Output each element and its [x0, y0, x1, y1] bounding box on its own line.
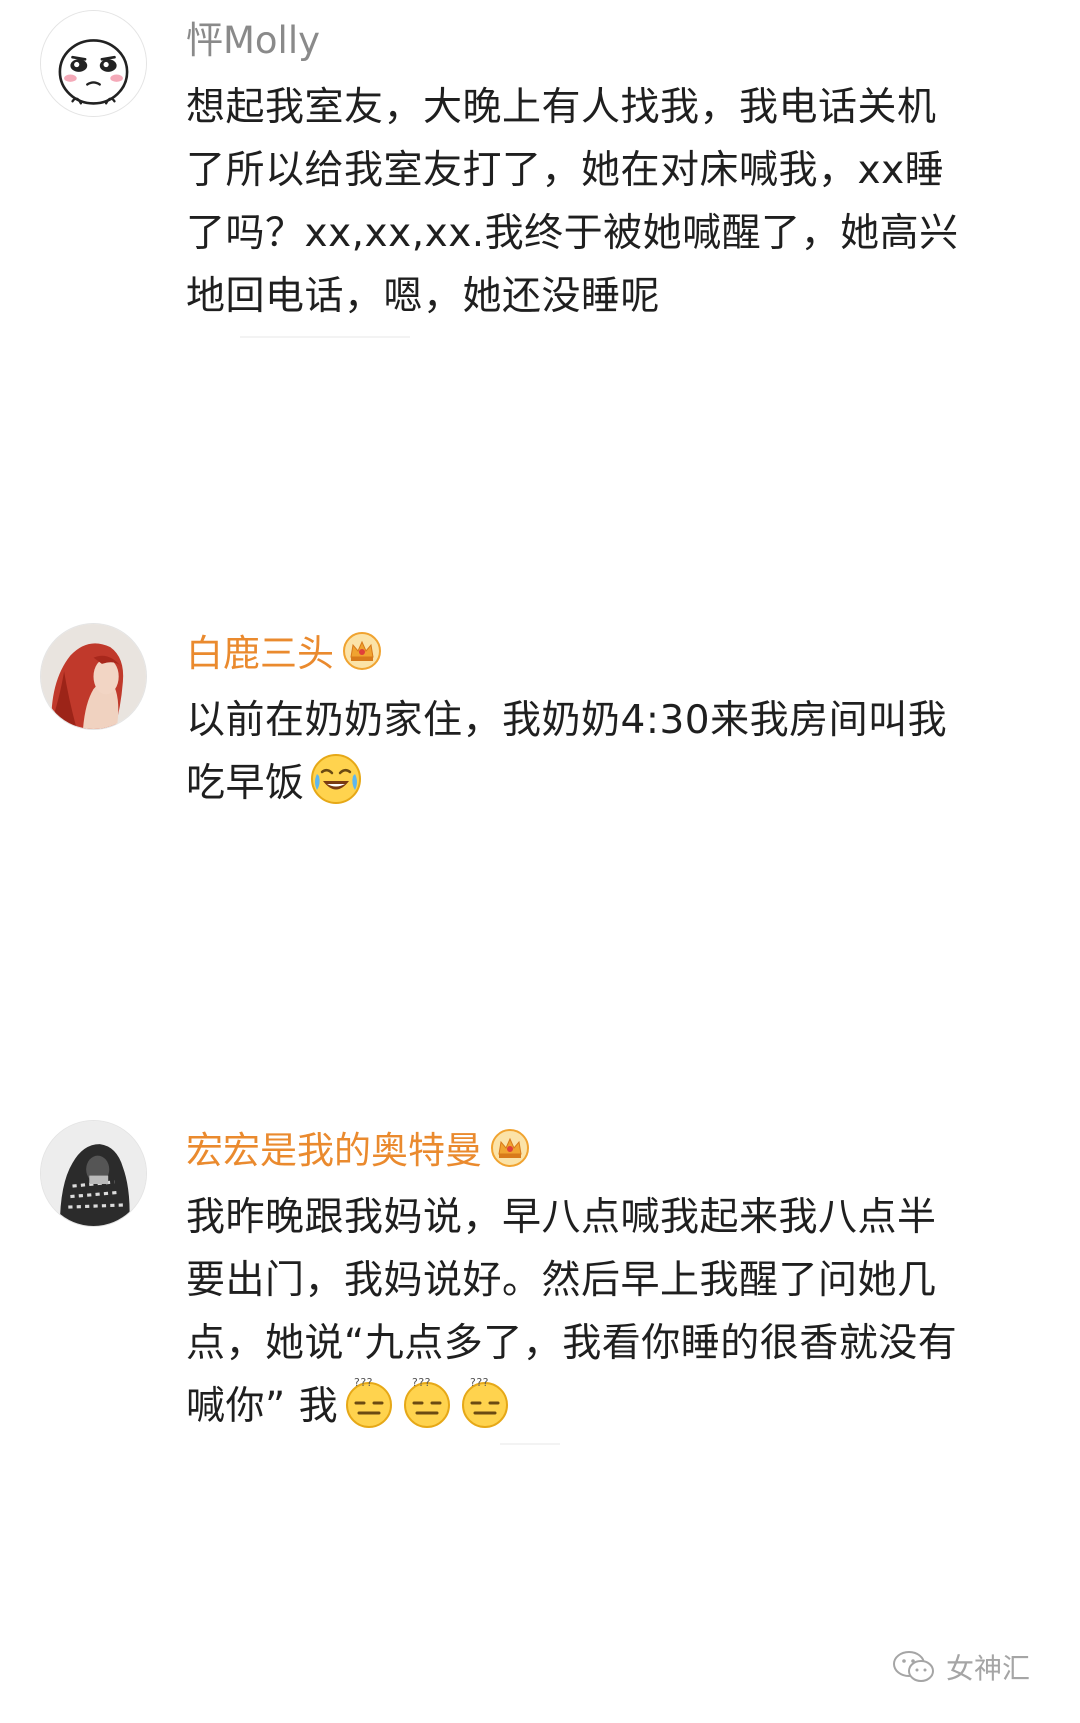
divider — [500, 1443, 560, 1445]
comment-line: 点，她说“九点多了，我看你睡的很香就没有 — [186, 1321, 958, 1366]
comment-line: 我昨晚跟我妈说，早八点喊我起来我八点半 — [186, 1195, 937, 1240]
hooded-person-avatar[interactable] — [40, 1120, 147, 1227]
username[interactable]: 怦Molly — [186, 16, 320, 66]
divider — [240, 336, 410, 338]
svg-text:???: ??? — [470, 1376, 489, 1389]
vip-crown-icon — [491, 1129, 529, 1167]
username[interactable]: 白鹿三头 — [186, 629, 382, 679]
svg-text:???: ??? — [354, 1376, 373, 1389]
comment-text: 我昨晚跟我妈说，早八点喊我起来我八点半 要出门，我妈说好。然后早上我醒了问她几 … — [186, 1186, 1036, 1438]
comment-line-text: 吃早饭 — [186, 761, 305, 806]
comment-line-text: 喊你” 我 — [186, 1384, 339, 1429]
laugh-cry-emoji — [310, 754, 361, 804]
red-hair-portrait-avatar[interactable] — [40, 623, 147, 730]
comment-line: 地回电话，嗯，她还没睡呢 — [186, 274, 661, 319]
watermark: 女神汇 — [892, 1647, 1030, 1687]
comment-line: 吃早饭 — [186, 752, 1036, 815]
confused-emoji: ??? — [346, 1376, 393, 1428]
comment-text: 以前在奶奶家住，我奶奶4:30来我房间叫我 吃早饭 — [186, 689, 1036, 815]
username-text: 白鹿三头 — [186, 632, 334, 675]
wechat-icon — [892, 1651, 934, 1682]
comment-line: 想起我室友，大晚上有人找我，我电话关机 — [186, 85, 937, 130]
comment-line: 要出门，我妈说好。然后早上我醒了问她几 — [186, 1258, 937, 1303]
comment-line: 以前在奶奶家住，我奶奶4:30来我房间叫我 — [186, 698, 948, 743]
svg-text:???: ??? — [412, 1376, 431, 1389]
username[interactable]: 宏宏是我的奥特曼 — [186, 1126, 530, 1176]
comment-text: 想起我室友，大晚上有人找我，我电话关机 了所以给我室友打了，她在对床喊我，xx睡… — [186, 76, 1036, 328]
vip-crown-icon — [343, 632, 381, 670]
username-text: 宏宏是我的奥特曼 — [186, 1129, 482, 1172]
confused-emoji: ??? — [404, 1376, 451, 1428]
comment-line: 了所以给我室友打了，她在对床喊我，xx睡 — [186, 148, 945, 193]
comment-line: 喊你” 我 ??? ??? ??? — [186, 1375, 1036, 1438]
watermark-text: 女神汇 — [945, 1652, 1030, 1685]
confused-emoji: ??? — [462, 1376, 509, 1428]
cartoon-face-avatar[interactable] — [40, 10, 147, 117]
comment-line: 了吗？xx,xx,xx.我终于被她喊醒了，她高兴 — [186, 211, 959, 256]
